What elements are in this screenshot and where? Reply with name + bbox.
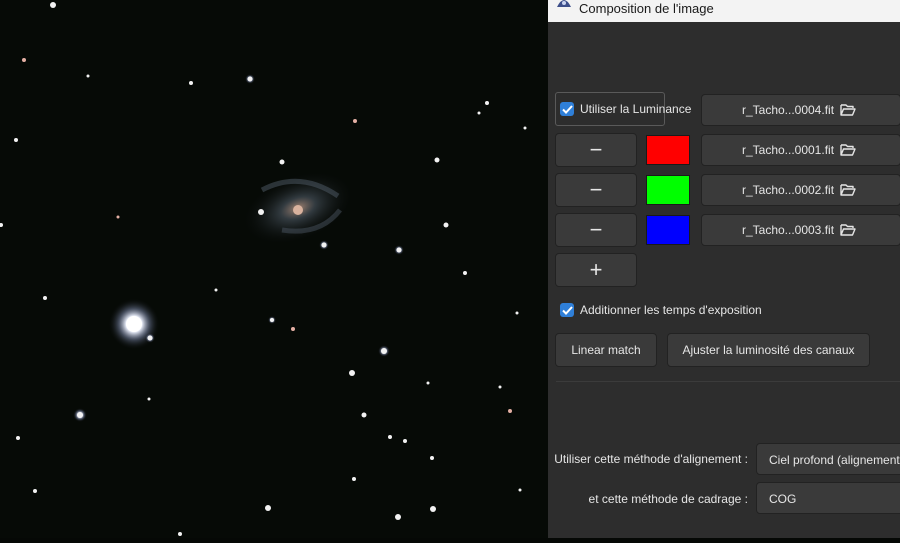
file-name: r_Tacho...0003.fit [741,223,835,237]
folder-open-icon [840,224,856,236]
folder-open-icon [840,104,856,116]
blue-channel-color[interactable] [646,215,690,245]
sum-exposure-label: Additionner les temps d'exposition [580,303,762,317]
image-composition-panel: Composition de l'image Utiliser la Lumin… [548,0,900,538]
green-channel-color[interactable] [646,175,690,205]
check-icon [560,303,574,317]
folder-open-icon [840,184,856,196]
button-label: Ajuster la luminosité des canaux [682,343,855,357]
sum-exposure-checkbox[interactable]: Additionner les temps d'exposition [560,303,762,317]
blue-channel-file-button[interactable]: r_Tacho...0003.fit [701,214,900,246]
alignment-method-select[interactable]: Ciel profond (alignement [756,443,900,475]
siril-icon [557,0,571,7]
stars [0,2,527,536]
check-icon [560,102,574,116]
minus-icon: − [589,217,603,242]
image-preview[interactable] [0,0,548,538]
file-name: r_Tacho...0002.fit [741,183,835,197]
green-channel-file-button[interactable]: r_Tacho...0002.fit [701,174,900,206]
red-channel-color[interactable] [646,135,690,165]
framing-label: et cette méthode de cadrage : [588,492,748,506]
framing-method-select[interactable]: COG [756,482,900,514]
remove-channel-blue-button[interactable]: − [555,213,637,247]
luminance-checkbox[interactable]: Utiliser la Luminance [560,102,691,116]
remove-channel-red-button[interactable]: − [555,133,637,167]
plus-icon: + [589,257,603,282]
minus-icon: − [589,177,603,202]
luminance-file-button[interactable]: r_Tacho...0004.fit [701,94,900,126]
alignment-label: Utiliser cette méthode d'alignement : [554,452,748,466]
add-channel-button[interactable]: + [555,253,637,287]
folder-open-icon [840,144,856,156]
separator [556,381,900,382]
window-title: Composition de l'image [579,1,714,16]
title-bar: Composition de l'image [548,0,900,22]
remove-channel-green-button[interactable]: − [555,173,637,207]
luminance-label: Utiliser la Luminance [580,102,692,116]
star-field [0,2,527,536]
adjust-brightness-button[interactable]: Ajuster la luminosité des canaux [667,333,870,367]
linear-match-button[interactable]: Linear match [555,333,657,367]
button-label: Linear match [571,343,641,357]
galaxy [240,170,356,246]
file-name: r_Tacho...0001.fit [741,143,835,157]
red-channel-file-button[interactable]: r_Tacho...0001.fit [701,134,900,166]
file-name: r_Tacho...0004.fit [741,103,835,117]
minus-icon: − [589,137,603,162]
